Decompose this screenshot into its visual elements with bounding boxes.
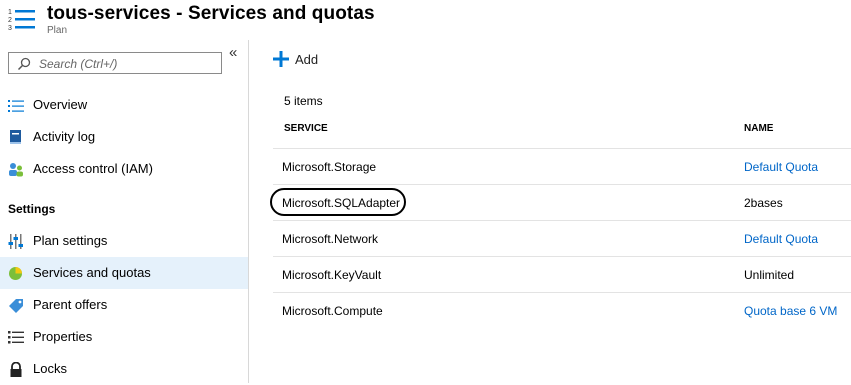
- sidebar-item-parent-offers[interactable]: Parent offers: [0, 289, 248, 321]
- search-icon: [17, 57, 31, 71]
- sidebar-item-label: Locks: [33, 361, 67, 376]
- svg-text:3: 3: [8, 25, 12, 32]
- blade-header: 1 2 3 tous-services - Services and quota…: [0, 0, 851, 40]
- table-row[interactable]: Microsoft.SQLAdapter 2bases: [270, 184, 851, 221]
- plus-icon: [273, 51, 289, 67]
- search-box[interactable]: [8, 52, 222, 74]
- column-header-name[interactable]: NAME: [744, 123, 773, 134]
- sliders-icon: [8, 234, 23, 249]
- quota-name-cell: 2bases: [744, 196, 783, 210]
- service-cell: Microsoft.KeyVault: [282, 268, 382, 282]
- service-cell: Microsoft.Storage: [282, 160, 377, 174]
- lock-icon: [10, 362, 22, 377]
- add-button-label: Add: [295, 52, 319, 67]
- people-icon: [9, 163, 23, 177]
- collapse-sidebar-button[interactable]: «: [229, 44, 237, 61]
- sidebar-item-label: Access control (IAM): [33, 161, 153, 176]
- sidebar-item-plan-settings[interactable]: Plan settings: [0, 225, 248, 257]
- list-icon: [8, 100, 24, 112]
- numbered-list-icon: 1 2 3: [8, 9, 35, 32]
- sidebar-item-overview[interactable]: Overview: [0, 89, 248, 121]
- sidebar-item-activity-log[interactable]: Activity log: [0, 121, 248, 153]
- tag-icon: [9, 299, 23, 313]
- column-header-service[interactable]: SERVICE: [284, 123, 328, 134]
- pie-icon: [9, 267, 22, 280]
- svg-text:2: 2: [8, 17, 12, 24]
- service-cell: Microsoft.SQLAdapter: [282, 196, 401, 210]
- service-cell: Microsoft.Network: [282, 232, 379, 246]
- page-subtitle: Plan: [47, 25, 68, 36]
- sidebar-item-properties[interactable]: Properties: [0, 321, 248, 353]
- sidebar-item-services-and-quotas[interactable]: Services and quotas: [0, 257, 248, 289]
- table-row[interactable]: Microsoft.Storage Default Quota: [273, 148, 851, 185]
- quota-link[interactable]: Quota base 6 VM: [744, 304, 837, 318]
- sidebar-item-access-control[interactable]: Access control (IAM): [0, 153, 248, 185]
- sidebar-item-label: Services and quotas: [33, 265, 151, 280]
- sidebar-item-locks[interactable]: Locks: [0, 353, 248, 385]
- search-input[interactable]: [37, 55, 221, 73]
- table-row[interactable]: Microsoft.Compute Quota base 6 VM: [273, 292, 851, 329]
- sidebar-item-label: Properties: [33, 329, 93, 344]
- sidebar: « Overview Activity log Access contro: [0, 40, 249, 383]
- item-count: 5 items: [284, 94, 323, 108]
- service-cell: Microsoft.Compute: [282, 304, 383, 318]
- sidebar-item-label: Overview: [33, 97, 88, 112]
- table-row[interactable]: Microsoft.Network Default Quota: [273, 220, 851, 257]
- sidebar-item-label: Plan settings: [33, 233, 108, 248]
- book-icon: [10, 130, 21, 144]
- quota-link[interactable]: Default Quota: [744, 160, 818, 174]
- settings-section-label: Settings: [8, 202, 56, 216]
- page-title: tous-services - Services and quotas: [47, 3, 375, 24]
- quota-link[interactable]: Default Quota: [744, 232, 818, 246]
- quota-name-cell: Unlimited: [744, 268, 795, 282]
- main-content: Add 5 items SERVICE NAME Microsoft.Stora…: [249, 40, 851, 383]
- sidebar-item-label: Activity log: [33, 129, 96, 144]
- svg-text:1: 1: [8, 9, 12, 16]
- table-row[interactable]: Microsoft.KeyVault Unlimited: [273, 256, 851, 293]
- sidebar-item-label: Parent offers: [33, 297, 108, 312]
- properties-icon: [8, 331, 24, 344]
